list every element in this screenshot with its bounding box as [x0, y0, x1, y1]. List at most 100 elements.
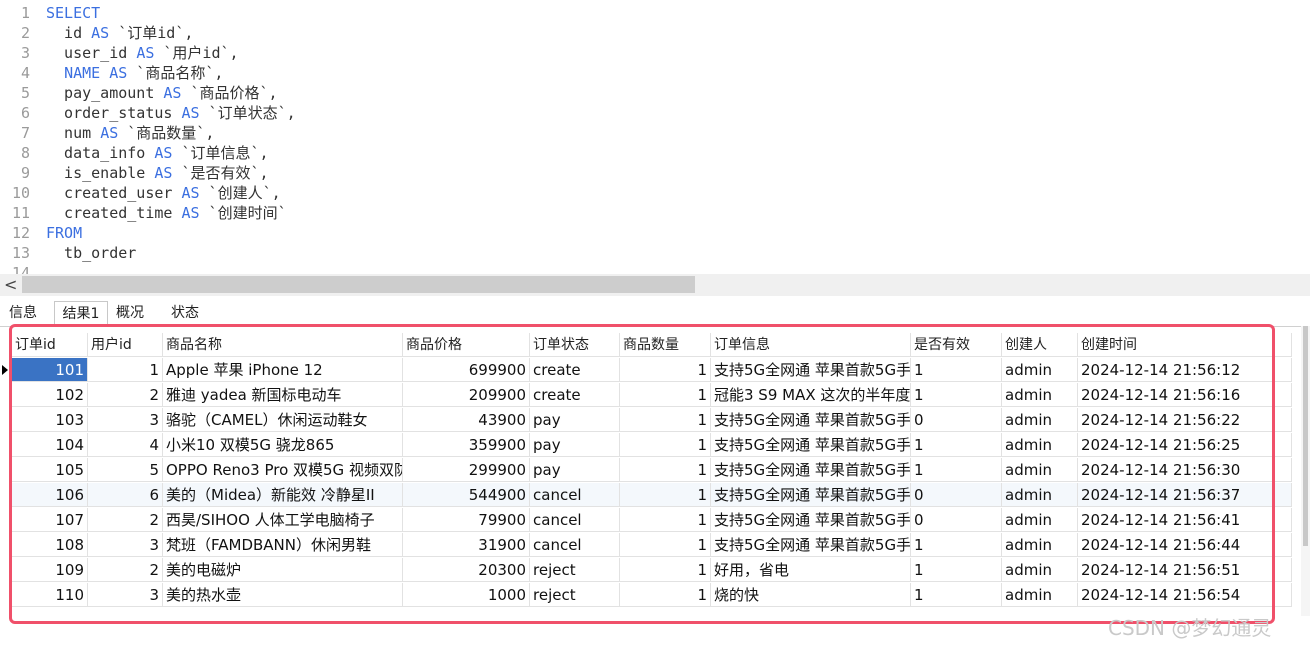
table-cell[interactable]: 支持5G全网通 苹果首款5G手机	[711, 483, 911, 507]
table-cell[interactable]: 0	[911, 508, 1002, 532]
table-cell[interactable]: 1	[620, 533, 711, 557]
table-cell[interactable]: pay	[530, 458, 620, 482]
table-cell[interactable]: pay	[530, 408, 620, 432]
column-header[interactable]: 用户id	[88, 333, 163, 357]
table-cell[interactable]: 2024-12-14 21:56:22	[1078, 408, 1292, 432]
table-cell[interactable]: 支持5G全网通 苹果首款5G手机	[711, 508, 911, 532]
sql-editor[interactable]: 1 SELECT 2 id AS `订单id`, 3 user_id AS `用户id…	[0, 0, 1310, 282]
table-cell[interactable]: 43900	[403, 408, 530, 432]
table-cell[interactable]: 好用，省电	[711, 558, 911, 582]
table-cell[interactable]: 79900	[403, 508, 530, 532]
table-cell[interactable]: 2024-12-14 21:56:54	[1078, 583, 1292, 607]
table-cell[interactable]: reject	[530, 583, 620, 607]
table-cell[interactable]: 2024-12-14 21:56:30	[1078, 458, 1292, 482]
table-cell[interactable]: 1	[620, 558, 711, 582]
table-cell[interactable]: 美的热水壶	[163, 583, 403, 607]
table-cell[interactable]: 108	[12, 533, 88, 557]
column-header[interactable]: 创建人	[1002, 333, 1078, 357]
column-header[interactable]: 是否有效	[911, 333, 1002, 357]
table-cell[interactable]: 2024-12-14 21:56:44	[1078, 533, 1292, 557]
code-line[interactable]: 7 num AS `商品数量`,	[0, 123, 1300, 143]
table-cell[interactable]: create	[530, 358, 620, 382]
table-cell[interactable]: OPPO Reno3 Pro 双模5G 视频双防抖	[163, 458, 403, 482]
grid-vertical-scrollbar[interactable]	[1301, 326, 1310, 616]
code-line[interactable]: 10 created_user AS `创建人`,	[0, 183, 1300, 203]
column-header[interactable]: 商品名称	[163, 333, 403, 357]
table-cell[interactable]: admin	[1002, 408, 1078, 432]
table-cell[interactable]: 104	[12, 433, 88, 457]
table-cell[interactable]: admin	[1002, 383, 1078, 407]
table-cell[interactable]: 107	[12, 508, 88, 532]
column-header[interactable]: 订单状态	[530, 333, 620, 357]
table-cell[interactable]: 101	[12, 358, 88, 382]
table-row[interactable]: 104 4 小米10 双模5G 骁龙865 359900 pay 1 支持5G全网通 苹果首…	[12, 433, 1292, 458]
table-cell[interactable]: 冠能3 S9 MAX 这次的半年度促销	[711, 383, 911, 407]
table-cell[interactable]: admin	[1002, 558, 1078, 582]
table-cell[interactable]: 1	[620, 508, 711, 532]
table-cell[interactable]: 支持5G全网通 苹果首款5G手机	[711, 458, 911, 482]
scroll-left-icon[interactable]: <	[4, 275, 17, 294]
code-line[interactable]: 5 pay_amount AS `商品价格`,	[0, 83, 1300, 103]
table-cell[interactable]: 雅迪 yadea 新国标电动车	[163, 383, 403, 407]
table-cell[interactable]: 美的电磁炉	[163, 558, 403, 582]
table-cell[interactable]: 1	[911, 558, 1002, 582]
table-cell[interactable]: 3	[88, 583, 163, 607]
table-row[interactable]: 105 5 OPPO Reno3 Pro 双模5G 视频双防抖 299900 pay 1 支…	[12, 458, 1292, 483]
table-cell[interactable]: admin	[1002, 358, 1078, 382]
code-line[interactable]: 13 tb_order	[0, 243, 1300, 263]
table-cell[interactable]: 359900	[403, 433, 530, 457]
table-cell[interactable]: 2024-12-14 21:56:25	[1078, 433, 1292, 457]
table-row[interactable]: 108 3 梵班（FAMDBANN）休闲男鞋 31900 cancel 1 支持5G全网通 …	[12, 533, 1292, 558]
table-cell[interactable]: create	[530, 383, 620, 407]
table-cell[interactable]: reject	[530, 558, 620, 582]
table-cell[interactable]: 支持5G全网通 苹果首款5G手机	[711, 408, 911, 432]
table-cell[interactable]: 4	[88, 433, 163, 457]
table-cell[interactable]: 544900	[403, 483, 530, 507]
table-row[interactable]: 107 2 西昊/SIHOO 人体工学电脑椅子 79900 cancel 1 支持5G全网通…	[12, 508, 1292, 533]
column-header[interactable]: 订单信息	[711, 333, 911, 357]
table-cell[interactable]: 1	[911, 533, 1002, 557]
table-cell[interactable]: 0	[911, 483, 1002, 507]
table-cell[interactable]: 1	[911, 358, 1002, 382]
table-cell[interactable]: 西昊/SIHOO 人体工学电脑椅子	[163, 508, 403, 532]
table-cell[interactable]: cancel	[530, 533, 620, 557]
table-row[interactable]: 103 3 骆驼（CAMEL）休闲运动鞋女 43900 pay 1 支持5G全网通 苹果首款…	[12, 408, 1292, 433]
code-line[interactable]: 11 created_time AS `创建时间`	[0, 203, 1300, 223]
table-cell[interactable]: pay	[530, 433, 620, 457]
code-line[interactable]: 3 user_id AS `用户id`,	[0, 43, 1300, 63]
tab-overview[interactable]: 概况	[108, 301, 152, 325]
table-cell[interactable]: 6	[88, 483, 163, 507]
table-cell[interactable]: cancel	[530, 508, 620, 532]
table-cell[interactable]: admin	[1002, 508, 1078, 532]
column-header[interactable]: 订单id	[12, 333, 88, 357]
table-cell[interactable]: 1	[620, 383, 711, 407]
table-cell[interactable]: 109	[12, 558, 88, 582]
table-row[interactable]: 110 3 美的热水壶 1000 reject 1 烧的快 1 admin 2024-12-14 …	[12, 583, 1292, 608]
table-cell[interactable]: 106	[12, 483, 88, 507]
table-cell[interactable]: 1	[88, 358, 163, 382]
table-cell[interactable]: 5	[88, 458, 163, 482]
table-cell[interactable]: 2	[88, 383, 163, 407]
table-cell[interactable]: admin	[1002, 433, 1078, 457]
table-cell[interactable]: admin	[1002, 458, 1078, 482]
table-cell[interactable]: 1	[620, 358, 711, 382]
table-cell[interactable]: 美的（Midea）新能效 冷静星II	[163, 483, 403, 507]
table-cell[interactable]: 1	[911, 383, 1002, 407]
table-cell[interactable]: cancel	[530, 483, 620, 507]
tab-result1[interactable]: 结果1	[54, 301, 108, 327]
table-cell[interactable]: 103	[12, 408, 88, 432]
code-line[interactable]: 12 FROM	[0, 223, 1300, 243]
code-line[interactable]: 8 data_info AS `订单信息`,	[0, 143, 1300, 163]
table-cell[interactable]: 支持5G全网通 苹果首款5G手机	[711, 533, 911, 557]
table-cell[interactable]: 1	[911, 433, 1002, 457]
table-row[interactable]: 109 2 美的电磁炉 20300 reject 1 好用，省电 1 admin 2024-12-…	[12, 558, 1292, 583]
table-cell[interactable]: 支持5G全网通 苹果首款5G手机	[711, 433, 911, 457]
table-cell[interactable]: 0	[911, 408, 1002, 432]
table-cell[interactable]: 1	[620, 408, 711, 432]
table-cell[interactable]: admin	[1002, 583, 1078, 607]
table-cell[interactable]: 2024-12-14 21:56:37	[1078, 483, 1292, 507]
table-cell[interactable]: 骆驼（CAMEL）休闲运动鞋女	[163, 408, 403, 432]
scrollbar-thumb[interactable]	[22, 276, 695, 293]
code-line[interactable]: 1 SELECT	[0, 3, 1300, 23]
table-cell[interactable]: 1	[911, 458, 1002, 482]
